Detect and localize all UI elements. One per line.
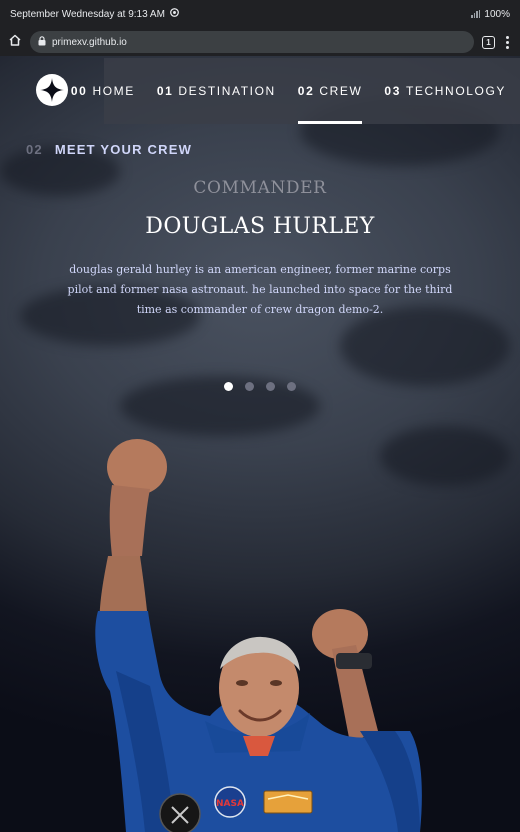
nav-home[interactable]: 00 HOME [71,58,135,124]
nav-number: 01 [156,84,174,98]
nav-label: CREW [319,84,363,98]
tab-switcher-button[interactable]: 1 [482,35,495,49]
nav-number: 00 [70,84,88,98]
url-text: primexv.github.io [52,36,127,48]
signal-icon [471,10,481,18]
status-right: 100% [471,9,510,20]
nav-technology[interactable]: 03 TECHNOLOGY [384,58,506,124]
svg-text:NASA: NASA [216,799,244,809]
browser-toolbar: primexv.github.io 1 [0,28,520,56]
page-subheading: 02 MEET YOUR CREW [26,142,192,157]
site-logo[interactable] [36,74,68,106]
nav-crew[interactable]: 02 CREW [297,58,363,124]
status-bar: September Wednesday at 9:13 AM 100% [0,0,520,28]
crew-name: DOUGLAS HURLEY [145,214,375,239]
nav-number: 03 [384,84,401,98]
carousel-dot[interactable] [287,382,296,391]
address-bar[interactable]: primexv.github.io [30,31,474,53]
battery-text: 100% [484,8,510,20]
nav-number: 02 [297,84,315,98]
crew-carousel-dots [0,382,520,391]
nav-label: HOME [92,84,135,98]
more-options-icon[interactable] [503,35,512,49]
carousel-dot[interactable] [245,382,254,391]
status-time: September Wednesday at 9:13 AM [10,8,165,20]
nav-label: DESTINATION [178,84,276,98]
nav-label: TECHNOLOGY [405,84,506,98]
lock-icon [38,35,46,49]
main-nav: 00 HOME 01 DESTINATION 02 CREW 03 TECHNO… [71,58,520,124]
carousel-dot[interactable] [266,382,275,391]
status-left: September Wednesday at 9:13 AM [10,8,179,20]
star-logo-icon [40,78,64,102]
carousel-dot[interactable] [224,382,233,391]
crew-bio: douglas gerald hurley is an american eng… [67,263,453,316]
chrome-notification-icon [170,8,179,20]
crew-role: COMMANDER [193,178,327,198]
home-icon[interactable] [8,33,22,52]
subheading-number: 02 [26,142,43,157]
crew-portrait-image: NASA [95,439,422,832]
subheading-text: MEET YOUR CREW [54,142,193,157]
nav-destination[interactable]: 01 DESTINATION [157,58,276,124]
crew-page: 00 HOME 01 DESTINATION 02 CREW 03 TECHNO… [0,56,520,832]
